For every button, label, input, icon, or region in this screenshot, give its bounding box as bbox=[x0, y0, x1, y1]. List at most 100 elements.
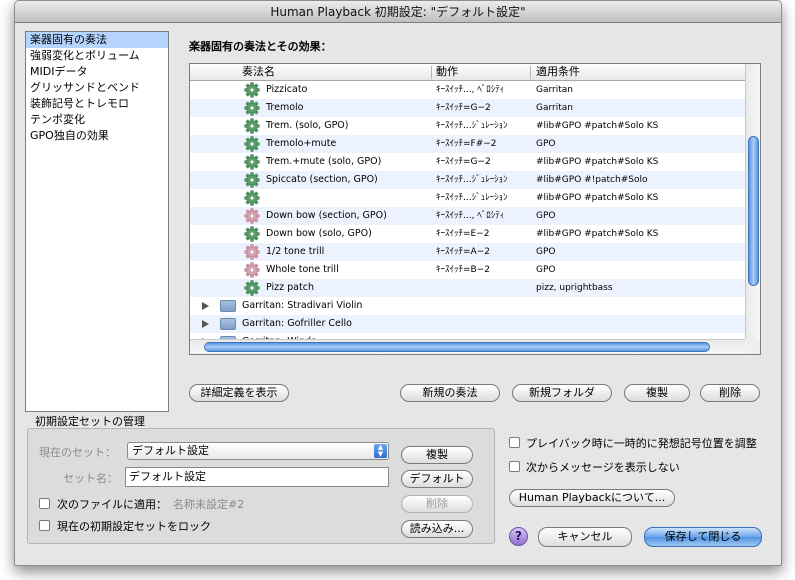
gear-green-icon bbox=[244, 280, 260, 296]
condition-cell: #lib#GPO #patch#Solo KS bbox=[536, 157, 659, 167]
column-separator bbox=[431, 66, 432, 79]
folder-row[interactable]: Garritan: Gofriller Cello bbox=[190, 315, 746, 333]
table-row[interactable]: Tremolo+mute ｷｰｽｲｯﾁ=F#−2 GPO bbox=[190, 135, 746, 153]
help-button[interactable]: ? bbox=[509, 527, 528, 546]
about-button[interactable]: Human Playbackについて... bbox=[509, 489, 675, 507]
gear-green-icon bbox=[244, 172, 260, 188]
category-item[interactable]: 楽器固有の奏法 bbox=[26, 32, 168, 48]
condition-cell: #lib#GPO #patch#Solo KS bbox=[536, 193, 659, 203]
table-row[interactable]: ｷｰｽｲｯﾁ...ｼﾞｭﾚｰｼｮﾝ #lib#GPO #patch#Solo KS bbox=[190, 189, 746, 207]
technique-name-cell: Down bow (section, GPO) bbox=[266, 210, 387, 221]
adjust-position-checkbox[interactable] bbox=[509, 437, 520, 448]
gear-green-icon bbox=[244, 226, 260, 242]
delete-set-button[interactable]: 削除 bbox=[401, 495, 473, 513]
category-item[interactable]: テンポ変化 bbox=[26, 112, 168, 128]
category-item[interactable]: グリッサンドとベンド bbox=[26, 80, 168, 96]
table-row[interactable]: 1/2 tone trill ｷｰｽｲｯﾁ=A−2 GPO bbox=[190, 243, 746, 261]
category-item[interactable]: GPO独自の効果 bbox=[26, 128, 168, 144]
gear-green-icon bbox=[244, 118, 260, 134]
action-cell: ｷｰｽｲｯﾁ...ｼﾞｭﾚｰｼｮﾝ bbox=[436, 175, 508, 185]
table-row[interactable]: Down bow (solo, GPO) ｷｰｽｲｯﾁ=E−2 #lib#GPO #… bbox=[190, 225, 746, 243]
management-title: 初期設定セットの管理 bbox=[35, 415, 145, 428]
current-set-label: 現在のセット： bbox=[39, 446, 116, 459]
table-row[interactable]: Spiccato (section, GPO) ｷｰｽｲｯﾁ...ｼﾞｭﾚｰｼｮﾝ… bbox=[190, 171, 746, 189]
table-row[interactable]: Tremolo ｷｰｽｲｯﾁ=G−2 Garritan bbox=[190, 99, 746, 117]
category-list[interactable]: 楽器固有の奏法 強弱変化とボリューム MIDIデータ グリッサンドとベンド 装飾記号とト… bbox=[25, 31, 169, 412]
condition-cell: GPO bbox=[536, 139, 556, 149]
gear-green-icon bbox=[244, 154, 260, 170]
table-row[interactable]: Trem.+mute (solo, GPO) ｷｰｽｲｯﾁ=G−2 #lib#GPO… bbox=[190, 153, 746, 171]
cancel-button[interactable]: キャンセル bbox=[538, 527, 632, 547]
disclosure-triangle-icon[interactable] bbox=[202, 302, 209, 310]
gear-pink-icon bbox=[244, 262, 260, 278]
category-item[interactable]: 強弱変化とボリューム bbox=[26, 48, 168, 64]
technique-name-cell: 1/2 tone trill bbox=[266, 246, 325, 257]
technique-name-cell: Whole tone trill bbox=[266, 264, 339, 275]
gear-green-icon bbox=[244, 190, 260, 206]
action-cell: ｷｰｽｲｯﾁ=A−2 bbox=[436, 247, 490, 257]
action-cell: ｷｰｽｲｯﾁ...ｼﾞｭﾚｰｼｮﾝ bbox=[436, 121, 508, 131]
folder-row[interactable]: Garritan: Stradivari Violin bbox=[190, 297, 746, 315]
gear-green-icon bbox=[244, 82, 260, 98]
condition-cell: #lib#GPO #patch#Solo KS bbox=[536, 121, 659, 131]
column-header-condition[interactable]: 適用条件 bbox=[536, 64, 580, 80]
disclosure-triangle-icon[interactable] bbox=[202, 320, 209, 328]
apply-next-checkbox[interactable] bbox=[39, 498, 50, 509]
load-set-button[interactable]: 読み込み... bbox=[401, 520, 473, 538]
vertical-scroll-thumb[interactable] bbox=[748, 136, 759, 286]
folder-icon bbox=[220, 318, 236, 330]
condition-cell: Garritan bbox=[536, 103, 573, 113]
vertical-scrollbar[interactable] bbox=[745, 64, 760, 340]
table-row[interactable]: Down bow (section, GPO) ｷｰｽｲｯﾁ..., ﾍﾞﾛｼﾃｨ… bbox=[190, 207, 746, 225]
category-item[interactable]: MIDIデータ bbox=[26, 64, 168, 80]
condition-cell: pizz, uprightbass bbox=[536, 283, 613, 293]
new-technique-button[interactable]: 新規の奏法 bbox=[400, 384, 500, 402]
technique-name-cell: Trem. (solo, GPO) bbox=[266, 120, 349, 131]
set-name-label: セット名： bbox=[63, 472, 118, 485]
section-title: 楽器固有の奏法とその効果： bbox=[189, 40, 332, 53]
apply-next-label: 次のファイルに適用： bbox=[57, 498, 167, 511]
table-row[interactable]: Trem. (solo, GPO) ｷｰｽｲｯﾁ...ｼﾞｭﾚｰｼｮﾝ #lib#G… bbox=[190, 117, 746, 135]
default-set-button[interactable]: デフォルト bbox=[401, 470, 473, 488]
technique-name-cell: Spiccato (section, GPO) bbox=[266, 174, 378, 185]
table-row[interactable]: Pizzicato ｷｰｽｲｯﾁ..., ﾍﾞﾛｼﾃｨ Garritan bbox=[190, 81, 746, 99]
dont-show-checkbox[interactable] bbox=[509, 461, 520, 472]
duplicate-technique-button[interactable]: 複製 bbox=[624, 384, 690, 402]
table-row[interactable]: Pizz patch pizz, uprightbass bbox=[190, 279, 746, 297]
action-cell: ｷｰｽｲｯﾁ=F#−2 bbox=[436, 139, 497, 149]
new-folder-button[interactable]: 新規フォルダ bbox=[512, 384, 612, 402]
duplicate-set-button[interactable]: 複製 bbox=[401, 446, 473, 464]
horizontal-scrollbar[interactable] bbox=[190, 339, 746, 354]
action-cell: ｷｰｽｲｯﾁ=E−2 bbox=[436, 229, 490, 239]
preferences-window: Human Playback 初期設定: "デフォルト設定" 楽器固有の奏法 強弱… bbox=[14, 0, 782, 566]
show-details-button[interactable]: 詳細定義を表示 bbox=[189, 384, 289, 402]
action-cell: ｷｰｽｲｯﾁ..., ﾍﾞﾛｼﾃｨ bbox=[436, 211, 505, 221]
action-cell: ｷｰｽｲｯﾁ=G−2 bbox=[436, 157, 491, 167]
gear-green-icon bbox=[244, 100, 260, 116]
condition-cell: #lib#GPO #patch#Solo KS bbox=[536, 229, 659, 239]
folder-icon bbox=[220, 300, 236, 312]
lock-set-label: 現在の初期設定セットをロック bbox=[57, 520, 211, 533]
technique-name-cell: Pizzicato bbox=[266, 84, 308, 95]
column-header-action[interactable]: 動作 bbox=[436, 64, 458, 80]
condition-cell: GPO bbox=[536, 247, 556, 257]
table-row[interactable]: Whole tone trill ｷｰｽｲｯﾁ=B−2 GPO bbox=[190, 261, 746, 279]
column-header-name[interactable]: 奏法名 bbox=[242, 64, 275, 80]
techniques-table: 奏法名 動作 適用条件 Pizzicato ｷｰｽｲｯﾁ..., ﾍﾞﾛｼﾃｨ Ga… bbox=[189, 63, 761, 355]
category-item[interactable]: 装飾記号とトレモロ bbox=[26, 96, 168, 112]
set-name-input[interactable]: デフォルト設定 bbox=[125, 467, 389, 487]
save-close-button[interactable]: 保存して閉じる bbox=[644, 527, 762, 547]
action-cell: ｷｰｽｲｯﾁ..., ﾍﾞﾛｼﾃｨ bbox=[436, 85, 505, 95]
adjust-position-label: プレイバック時に一時的に発想記号位置を調整 bbox=[526, 437, 757, 450]
action-cell: ｷｰｽｲｯﾁ=B−2 bbox=[436, 265, 490, 275]
current-set-select[interactable]: デフォルト設定 ▲ ▼ bbox=[127, 442, 389, 460]
action-cell: ｷｰｽｲｯﾁ=G−2 bbox=[436, 103, 491, 113]
current-set-value: デフォルト設定 bbox=[132, 444, 209, 457]
action-cell: ｷｰｽｲｯﾁ...ｼﾞｭﾚｰｼｮﾝ bbox=[436, 193, 508, 203]
window-title: Human Playback 初期設定: "デフォルト設定" bbox=[15, 1, 781, 23]
technique-name-cell: Tremolo+mute bbox=[266, 138, 337, 149]
lock-set-checkbox[interactable] bbox=[39, 520, 50, 531]
delete-technique-button[interactable]: 削除 bbox=[700, 384, 760, 402]
horizontal-scroll-thumb[interactable] bbox=[204, 342, 710, 352]
technique-name-cell: Tremolo bbox=[266, 102, 304, 113]
